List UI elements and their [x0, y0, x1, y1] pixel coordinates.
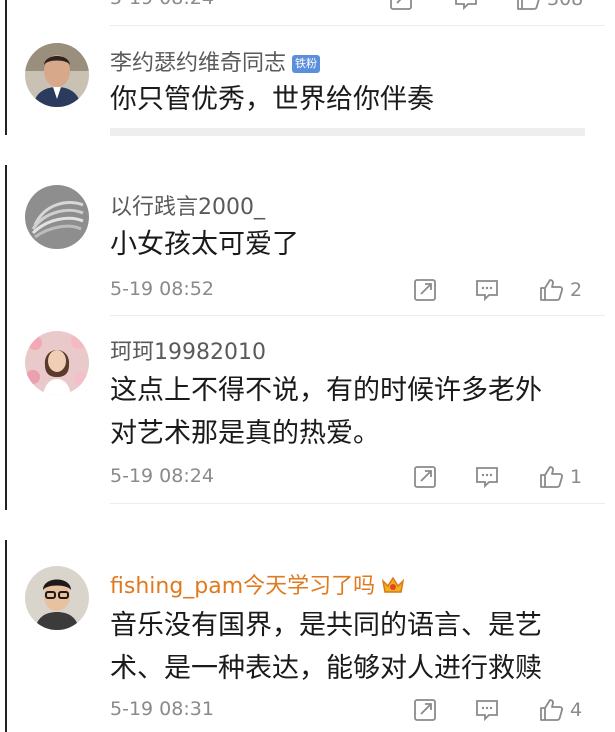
comment-time: 5-19 08:31 — [110, 698, 214, 720]
comment-time: 5-19 08:24 — [110, 465, 214, 487]
like-button[interactable]: 1 — [538, 462, 582, 492]
share-icon — [414, 279, 436, 301]
avatar[interactable] — [25, 331, 89, 395]
like-count: 4 — [570, 699, 583, 721]
comment-text-line: 术、是一种表达，能够对人进行救赎 — [110, 653, 542, 684]
avatar[interactable] — [25, 566, 89, 630]
share-icon — [390, 0, 412, 10]
like-count: 2 — [570, 279, 583, 301]
comment-meta-row: 5-19 08:31 4 — [110, 695, 595, 725]
divider — [110, 25, 605, 26]
share-button[interactable] — [388, 0, 414, 14]
vip-username[interactable]: fishing_pam今天学习了吗 — [110, 568, 405, 601]
partial-meta-row: 5-19 08:24 308 — [110, 0, 595, 14]
reply-button[interactable] — [474, 695, 500, 725]
crown-icon — [381, 575, 405, 601]
comment-meta-row: 5-19 08:24 1 — [110, 462, 595, 492]
comment-time: 5-19 08:24 — [110, 0, 214, 9]
section-footer — [110, 128, 585, 136]
like-icon — [517, 0, 540, 10]
share-button[interactable] — [412, 695, 438, 725]
like-button[interactable]: 2 — [538, 275, 582, 305]
section-border — [5, 540, 7, 732]
username[interactable]: 以行践言2000_ — [110, 189, 265, 221]
avatar-image — [25, 185, 89, 249]
comment-section-1: 5-19 08:24 308 李约瑟约维奇同志铁粉 你只管优秀，世 — [0, 0, 615, 136]
comment-section-2: 以行践言2000_ 小女孩太可爱了 5-19 08:52 2 珂珂1998201… — [0, 165, 615, 510]
like-icon — [540, 699, 564, 721]
share-button[interactable] — [412, 462, 438, 492]
username[interactable]: 珂珂19982010 — [110, 334, 266, 366]
like-button[interactable]: 308 — [515, 0, 583, 14]
comment-text-line: 音乐没有国界，是共同的语言、是艺 — [110, 610, 542, 641]
like-button[interactable]: 4 — [538, 695, 582, 725]
comment-time: 5-19 08:52 — [110, 278, 214, 300]
avatar-image — [25, 43, 89, 107]
comment-icon — [476, 700, 498, 722]
comment-icon — [476, 467, 498, 489]
comment-icon — [476, 280, 498, 302]
comment-text-line: 这点上不得不说，有的时候许多老外 — [110, 375, 542, 406]
comment-text: 这点上不得不说，有的时候许多老外 对艺术那是真的热爱。 — [110, 369, 590, 455]
reply-button[interactable] — [474, 462, 500, 492]
avatar-image — [25, 331, 89, 395]
like-icon — [540, 279, 564, 301]
reply-button[interactable] — [474, 275, 500, 305]
share-icon — [414, 466, 436, 488]
divider — [110, 503, 605, 504]
share-icon — [414, 699, 436, 721]
divider — [110, 315, 605, 316]
comment-icon — [455, 0, 477, 11]
fan-badge: 铁粉 — [292, 55, 321, 73]
section-border — [5, 0, 7, 135]
section-border — [5, 165, 7, 510]
comment-section-3: fishing_pam今天学习了吗 音乐没有国界，是共同的语言、是艺 术、是一种… — [0, 540, 615, 732]
comment-text: 音乐没有国界，是共同的语言、是艺 术、是一种表达，能够对人进行救赎 — [110, 604, 590, 690]
reply-button[interactable] — [453, 0, 479, 14]
avatar[interactable] — [25, 43, 89, 107]
avatar[interactable] — [25, 185, 89, 249]
comment-meta-row: 5-19 08:52 2 — [110, 275, 595, 305]
username[interactable]: 李约瑟约维奇同志 铁粉 — [110, 45, 321, 77]
like-count: 308 — [547, 0, 583, 10]
comment-text: 你只管优秀，世界给你伴奏 — [110, 84, 434, 115]
share-button[interactable] — [412, 275, 438, 305]
avatar-image — [25, 566, 89, 630]
like-icon — [540, 466, 564, 488]
like-count: 1 — [570, 466, 583, 488]
comment-text: 小女孩太可爱了 — [110, 229, 299, 260]
comment-text-line: 对艺术那是真的热爱。 — [110, 418, 380, 449]
